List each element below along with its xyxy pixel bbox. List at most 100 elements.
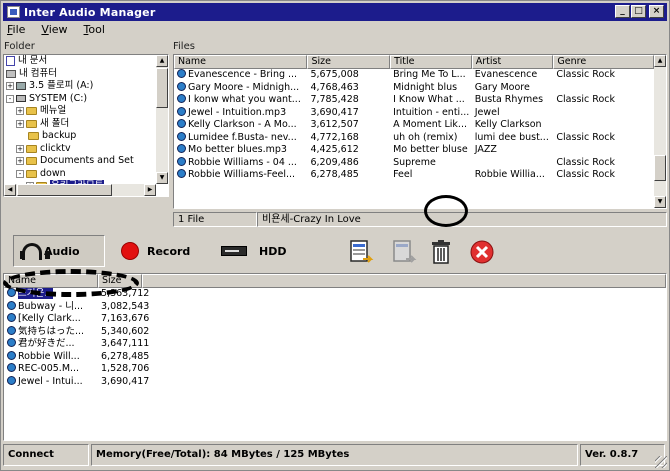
tree-item[interactable]: + clicktv [4,143,156,156]
cell-text: Gary Moore [474,81,530,93]
list-item[interactable]: Jewel - Intui... 3,690,417 [4,375,666,389]
floppy-icon [16,82,26,91]
cell-size: 6,278,485 [101,350,150,362]
column-header-size[interactable]: Size [307,55,391,69]
cell-text: Midnight blus [393,81,458,93]
tree-item[interactable]: - SYSTEM (C:) [4,93,156,106]
tree-item-label: 3.5 플로피 (A:) [29,80,94,91]
expand-icon[interactable]: + [16,107,24,116]
table-row[interactable] [174,182,654,195]
cell-text: 4,425,612 [310,144,359,155]
import-to-device-icon[interactable] [349,239,375,265]
cell-text: Classic Rock [556,69,615,80]
tree-vertical-scrollbar[interactable]: ▲ ▼ [156,55,168,184]
column-header-artist[interactable]: Artist [471,55,554,69]
resize-grip-icon[interactable] [655,456,667,468]
tree-item[interactable]: + 새 폴더 [4,118,156,131]
table-row[interactable]: Evanescence - Bring ... 5,675,008 Bring Me… [174,69,654,82]
cell-text: Jewel - Intuition.mp3 [188,106,287,118]
list-item[interactable]: 気持ちはった... 5,340,602 [4,325,666,339]
cell-text: Robbie Willia... [474,169,545,180]
cell-name: I konw what you want... [174,94,307,107]
trash-icon[interactable] [428,239,454,265]
column-header-name[interactable]: Name [174,55,308,69]
cell-name: Jewel - Intui... [4,375,98,389]
audio-file-icon [7,313,16,322]
list-item[interactable]: [Kelly Clark... 7,163,676 [4,313,666,326]
menu-view[interactable]: View [39,23,69,39]
menu-file[interactable]: File [5,23,27,39]
list-item[interactable]: Bubway - 니... 3,082,543 [4,300,666,314]
table-row[interactable]: Lumidee f.Busta- nev... 4,772,168 uh oh (r… [174,131,654,145]
table-row[interactable]: Kelly Clarkson - A Mo... 3,612,507 A Momen… [174,119,654,132]
menu-tool[interactable]: Tool [82,23,107,39]
tree-item[interactable]: + 메뉴얼 [4,105,156,118]
column-header-genre[interactable]: Genre [553,55,654,69]
annotation-circle [424,195,468,227]
cancel-icon[interactable] [469,239,495,265]
audio-file-icon [7,350,16,360]
maximize-button[interactable]: □ [631,5,646,18]
tree-horizontal-scrollbar[interactable]: ◀ ▶ [4,184,156,196]
table-row[interactable]: Mo better blues.mp3 4,425,612 Mo better bl… [174,144,654,157]
table-row[interactable]: Jewel - Intuition.mp3 3,690,417 Intuition … [174,106,654,120]
scroll-right-icon[interactable]: ▶ [144,184,156,196]
tree-item[interactable]: +3.5 플로피 (A:) [4,80,156,93]
audio-button[interactable]: Audio [13,235,105,267]
tree-item[interactable]: 내 문서 [4,55,156,68]
scroll-thumb[interactable] [156,68,168,108]
record-label: Record [147,244,191,258]
files-vertical-scrollbar[interactable]: ▲ ▼ [654,55,666,208]
list-item[interactable]: Robbie Will... 6,278,485 [4,350,666,364]
file-count: 1 File [173,212,257,227]
tree-item-label: down [40,167,66,179]
title-bar[interactable]: Inter Audio Manager _ □ × [3,3,667,21]
list-item[interactable]: REC-005.M... 1,528,706 [4,363,666,376]
cell-text: Bubway - 니... [18,300,84,312]
scroll-thumb[interactable] [17,184,112,196]
cell-text: A Moment Lik... [393,119,467,130]
scroll-up-icon[interactable]: ▲ [654,55,666,67]
tree-item[interactable]: + Documents and Set [4,155,156,168]
cell-artist: Busta Rhymes [472,94,554,107]
expand-icon[interactable]: + [6,82,14,91]
table-row[interactable]: Robbie Williams-Feel... 6,278,485 Feel Robb… [174,169,654,182]
cell-size: 3,612,507 [307,119,390,132]
scroll-up-icon[interactable]: ▲ [156,55,168,67]
expand-icon[interactable]: + [16,157,24,166]
table-row[interactable]: Robbie Williams - 04 ... 6,209,486 Supreme… [174,156,654,170]
scroll-left-icon[interactable]: ◀ [4,184,16,196]
minimize-button[interactable]: _ [615,5,630,18]
column-header-title[interactable]: Title [390,55,472,69]
cell-size: 6,278,485 [307,169,390,182]
audio-file-icon [7,300,16,310]
tree-item[interactable]: - down [4,168,156,181]
close-button[interactable]: × [649,5,664,18]
expand-icon[interactable]: + [16,119,24,128]
cell-genre [553,182,654,195]
cell-text: Classic Rock [556,131,615,143]
collapse-icon[interactable]: - [16,169,24,178]
scroll-thumb[interactable] [654,155,666,181]
audio-file-icon [177,131,186,141]
cell-text: Kelly Clarkson [474,119,542,130]
tree-item[interactable]: 내 컴퓨터 [4,68,156,81]
cell-text: Bring Me To L... [393,69,466,80]
record-button[interactable]: Record [121,235,190,267]
hdd-button[interactable]: HDD [221,235,286,267]
tree-item[interactable]: backup [4,130,156,143]
table-row[interactable]: Gary Moore - Midnigh... 4,768,463 Midnight… [174,81,654,95]
list-item[interactable]: 君が好きだ... 3,647,111 [4,338,666,351]
cell-text: Classic Rock [556,94,615,105]
audio-file-icon [177,156,186,166]
collapse-icon[interactable]: - [6,94,14,103]
scroll-down-icon[interactable]: ▼ [156,172,168,184]
cell-name: Lumidee f.Busta- nev... [174,131,307,145]
files-table-header: Name Size Title Artist Genre [174,55,654,69]
cell-size: 3,082,543 [101,300,150,312]
cell-text: Mo better blues.mp3 [188,144,287,155]
export-to-pc-icon[interactable] [392,239,418,265]
table-row[interactable]: I konw what you want... 7,785,428 I Know W… [174,94,654,107]
expand-icon[interactable]: + [16,144,24,153]
scroll-down-icon[interactable]: ▼ [654,196,666,208]
